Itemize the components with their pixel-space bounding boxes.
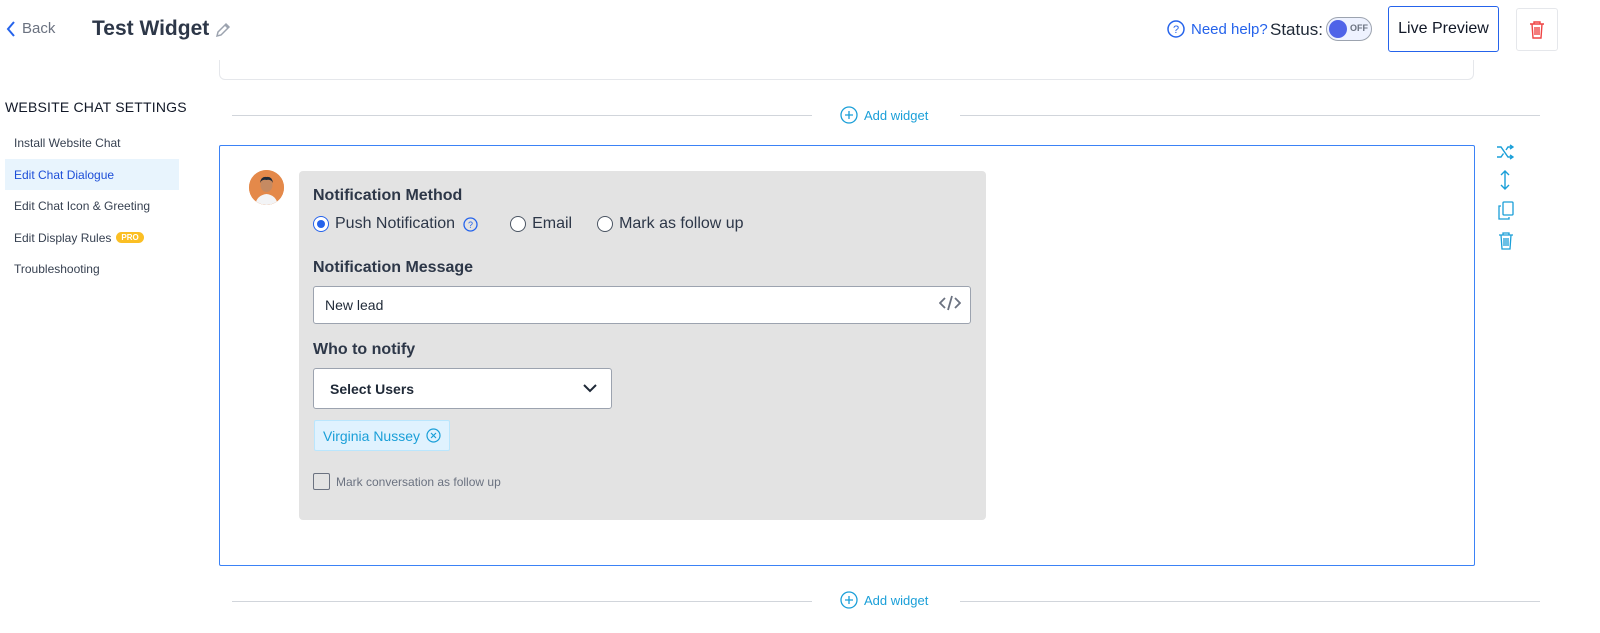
- question-circle-icon[interactable]: ?: [463, 216, 478, 232]
- live-preview-button[interactable]: Live Preview: [1388, 6, 1499, 52]
- select-users-label: Select Users: [330, 380, 415, 397]
- chevron-down-icon: [583, 384, 597, 393]
- sidebar-item-label: Edit Chat Icon & Greeting: [14, 198, 151, 213]
- separator-line: [960, 115, 1540, 116]
- separator-line: [960, 601, 1540, 602]
- plus-circle-icon: [840, 591, 858, 609]
- radio-button[interactable]: [597, 216, 614, 232]
- status-toggle[interactable]: OFF: [1326, 17, 1372, 41]
- back-link[interactable]: Back: [6, 20, 55, 37]
- pro-badge: PRO: [116, 232, 144, 243]
- svg-text:?: ?: [468, 220, 473, 230]
- add-widget-button[interactable]: Add widget: [840, 106, 928, 124]
- who-to-notify-label: Who to notify: [313, 341, 416, 358]
- radio-email[interactable]: Email: [510, 215, 572, 233]
- notification-method-options: Push Notification ? Email Mark as follow…: [313, 215, 744, 233]
- sidebar-item-troubleshooting[interactable]: Troubleshooting: [5, 253, 179, 284]
- notification-method-label: Notification Method: [313, 187, 463, 204]
- toggle-state-text: OFF: [1350, 23, 1368, 33]
- follow-up-checkbox[interactable]: [313, 473, 330, 490]
- chevron-left-icon: [6, 20, 15, 37]
- notification-message-label: Notification Message: [313, 259, 474, 276]
- select-users-dropdown[interactable]: Select Users: [313, 368, 612, 409]
- sidebar-item-edit-display-rules[interactable]: Edit Display Rules PRO: [5, 222, 179, 253]
- radio-push-notification[interactable]: Push Notification ?: [313, 215, 478, 233]
- back-label: Back: [22, 20, 56, 37]
- pencil-icon[interactable]: [214, 21, 232, 44]
- radio-label: Push Notification: [335, 215, 456, 232]
- sidebar-item-label: Troubleshooting: [14, 261, 100, 276]
- radio-mark-as-follow-up[interactable]: Mark as follow up: [597, 215, 744, 233]
- sidebar-item-install-website-chat[interactable]: Install Website Chat: [5, 127, 179, 158]
- trash-icon[interactable]: [1498, 231, 1514, 255]
- need-help-label: Need help?: [1191, 20, 1268, 38]
- trash-icon: [1530, 20, 1544, 39]
- previous-widget-card: [219, 60, 1474, 80]
- radio-label: Email: [532, 215, 573, 232]
- notification-message-input[interactable]: New lead: [313, 286, 971, 324]
- delete-widget-button[interactable]: [1516, 8, 1558, 51]
- notification-message-value: New lead: [325, 297, 384, 313]
- need-help-link[interactable]: ? Need help?: [1167, 20, 1268, 38]
- resize-vertical-icon[interactable]: [1499, 170, 1511, 195]
- shuffle-icon[interactable]: [1496, 144, 1515, 165]
- plus-circle-icon: [840, 106, 858, 124]
- page-title: Test Widget: [92, 17, 210, 40]
- selected-user-name: Virginia Nussey: [323, 427, 421, 444]
- copy-icon[interactable]: [1498, 201, 1514, 225]
- selected-user-chip: Virginia Nussey: [314, 420, 451, 451]
- follow-up-checkbox-row: Mark conversation as follow up: [313, 473, 501, 490]
- follow-up-checkbox-label: Mark conversation as follow up: [336, 474, 501, 489]
- radio-button-selected[interactable]: [313, 216, 329, 232]
- question-circle-icon: ?: [1167, 20, 1185, 38]
- radio-label: Mark as follow up: [619, 215, 744, 232]
- sidebar-item-edit-chat-icon-greeting[interactable]: Edit Chat Icon & Greeting: [5, 190, 179, 221]
- toggle-knob: [1329, 20, 1347, 38]
- separator-line: [232, 601, 812, 602]
- code-icon[interactable]: [938, 295, 962, 316]
- sidebar-item-edit-chat-dialogue[interactable]: Edit Chat Dialogue: [5, 159, 179, 190]
- separator-line: [232, 115, 812, 116]
- avatar: [249, 170, 284, 205]
- sidebar-item-label: Edit Display Rules: [14, 230, 112, 245]
- svg-text:?: ?: [1173, 24, 1179, 36]
- add-widget-label: Add widget: [864, 107, 929, 123]
- sidebar-heading: WEBSITE CHAT SETTINGS: [5, 99, 187, 115]
- close-circle-icon[interactable]: [426, 428, 441, 443]
- add-widget-button[interactable]: Add widget: [840, 591, 928, 609]
- status-label: Status:: [1270, 20, 1323, 39]
- sidebar-item-label: Install Website Chat: [14, 135, 121, 150]
- add-widget-label: Add widget: [864, 592, 929, 608]
- sidebar-item-label: Edit Chat Dialogue: [14, 167, 115, 182]
- radio-button[interactable]: [510, 216, 527, 232]
